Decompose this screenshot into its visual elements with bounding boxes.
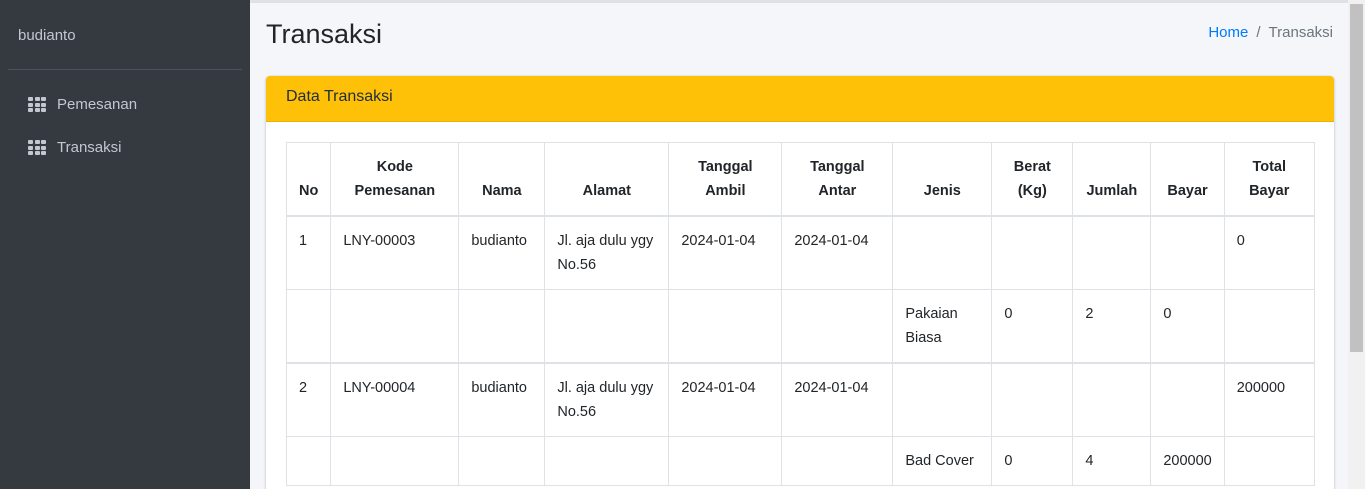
cell-nama <box>458 289 546 364</box>
page-title: Transaksi <box>266 19 383 49</box>
cell-jumlah <box>1072 362 1152 437</box>
grid-icon <box>28 140 46 155</box>
col-header-kode-pemesanan: Kode Pemesanan <box>330 142 460 217</box>
cell-nama <box>458 436 546 486</box>
cell-berat <box>991 362 1074 437</box>
cell-tanggal-antar: 2024-01-04 <box>781 215 894 290</box>
cell-berat <box>991 215 1074 290</box>
sidebar-item-transaksi[interactable]: Transaksi <box>28 139 121 156</box>
cell-bayar <box>1150 215 1225 290</box>
cell-jumlah: 2 <box>1072 289 1152 364</box>
cell-tanggal-antar <box>781 289 894 364</box>
cell-alamat: Jl. aja dulu ygy No.56 <box>544 362 670 437</box>
cell-tanggal-ambil <box>668 289 783 364</box>
sidebar-item-label: Pemesanan <box>57 96 138 113</box>
cell-kode <box>330 436 460 486</box>
cell-alamat <box>544 289 670 364</box>
col-header-tanggal-ambil: Tanggal Ambil <box>668 142 783 217</box>
cell-jumlah: 4 <box>1072 436 1152 486</box>
breadcrumb: Home / Transaksi <box>1208 24 1333 41</box>
cell-tanggal-antar: 2024-01-04 <box>781 362 894 437</box>
main-content: Transaksi Home / Transaksi Data Transaks… <box>250 3 1348 489</box>
cell-jenis <box>892 362 993 437</box>
col-header-jumlah: Jumlah <box>1072 142 1152 217</box>
cell-tanggal-ambil: 2024-01-04 <box>668 215 783 290</box>
col-header-alamat: Alamat <box>544 142 670 217</box>
col-header-no: No <box>285 142 332 217</box>
sidebar: budianto Pemesanan Transaksi <box>0 0 250 489</box>
sidebar-user-name[interactable]: budianto <box>18 27 76 44</box>
card-title: Data Transaksi <box>266 76 1334 122</box>
cell-jenis: Pakaian Biasa <box>892 289 993 364</box>
vertical-scrollbar[interactable] <box>1348 0 1365 489</box>
cell-berat: 0 <box>991 289 1074 364</box>
cell-kode: LNY-00004 <box>330 362 460 437</box>
cell-tanggal-antar <box>781 436 894 486</box>
col-header-berat: Berat (Kg) <box>991 142 1074 217</box>
cell-no: 2 <box>285 362 332 437</box>
cell-tanggal-ambil: 2024-01-04 <box>668 362 783 437</box>
table-header-row: No Kode Pemesanan Nama Alamat Tanggal Ambi… <box>285 142 1315 217</box>
cell-alamat <box>544 436 670 486</box>
cell-bayar: 200000 <box>1150 436 1225 486</box>
sidebar-item-pemesanan[interactable]: Pemesanan <box>28 96 137 113</box>
transaction-card: Data Transaksi No Kode Pemesanan Nama Ala… <box>266 76 1334 489</box>
table-row: 2 LNY-00004 budianto Jl. aja dulu ygy No.… <box>285 362 1315 437</box>
scrollbar-thumb[interactable] <box>1350 4 1363 352</box>
grid-icon <box>28 97 46 112</box>
breadcrumb-current: Transaksi <box>1268 24 1333 41</box>
breadcrumb-home-link[interactable]: Home <box>1208 24 1248 41</box>
table-row: 1 LNY-00003 budianto Jl. aja dulu ygy No.… <box>285 215 1315 290</box>
col-header-jenis: Jenis <box>892 142 993 217</box>
col-header-nama: Nama <box>458 142 546 217</box>
cell-kode <box>330 289 460 364</box>
card-body: No Kode Pemesanan Nama Alamat Tanggal Ambi… <box>285 142 1315 486</box>
cell-no <box>285 289 332 364</box>
col-header-total-bayar: Total Bayar <box>1223 142 1315 217</box>
cell-tanggal-ambil <box>668 436 783 486</box>
cell-no: 1 <box>285 215 332 290</box>
table-detail-row: Bad Cover 0 4 200000 <box>285 436 1315 486</box>
cell-berat: 0 <box>991 436 1074 486</box>
sidebar-divider <box>8 69 242 70</box>
cell-bayar <box>1150 362 1225 437</box>
cell-total-bayar <box>1223 436 1315 486</box>
breadcrumb-separator: / <box>1256 24 1261 41</box>
transaction-table: No Kode Pemesanan Nama Alamat Tanggal Ambi… <box>285 142 1315 486</box>
cell-jenis: Bad Cover <box>892 436 993 486</box>
cell-no <box>285 436 332 486</box>
cell-alamat: Jl. aja dulu ygy No.56 <box>544 215 670 290</box>
cell-total-bayar <box>1223 289 1315 364</box>
cell-jenis <box>892 215 993 290</box>
col-header-bayar: Bayar <box>1150 142 1225 217</box>
col-header-tanggal-antar: Tanggal Antar <box>781 142 894 217</box>
cell-total-bayar: 0 <box>1223 215 1315 290</box>
table-detail-row: Pakaian Biasa 0 2 0 <box>285 289 1315 364</box>
cell-nama: budianto <box>458 362 546 437</box>
cell-nama: budianto <box>458 215 546 290</box>
cell-kode: LNY-00003 <box>330 215 460 290</box>
cell-jumlah <box>1072 215 1152 290</box>
sidebar-item-label: Transaksi <box>57 139 122 156</box>
cell-bayar: 0 <box>1150 289 1225 364</box>
cell-total-bayar: 200000 <box>1223 362 1315 437</box>
